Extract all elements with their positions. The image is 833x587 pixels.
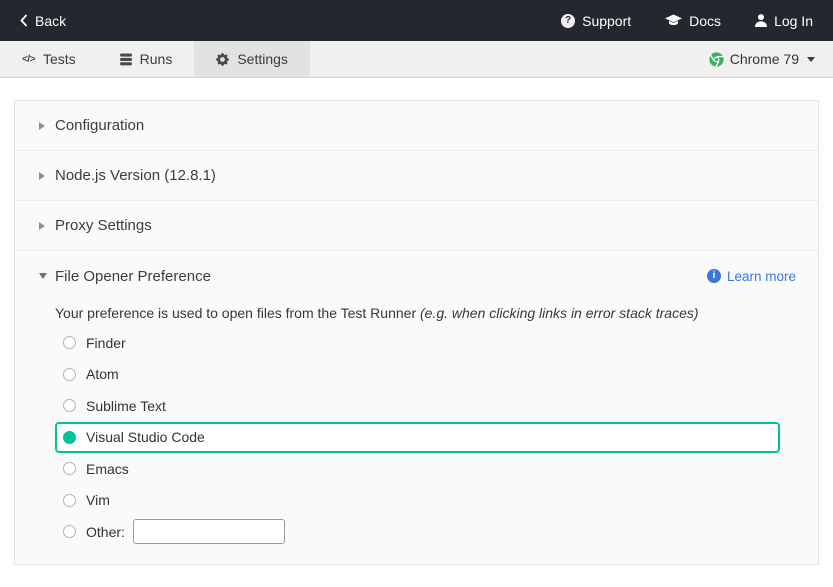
user-icon — [755, 14, 767, 27]
back-label: Back — [35, 13, 66, 29]
option-label: Vim — [86, 492, 110, 508]
tab-settings[interactable]: Settings — [194, 41, 310, 77]
back-chevron-icon — [20, 14, 28, 27]
tab-tests[interactable]: </> Tests — [0, 41, 98, 77]
caret-right-icon — [39, 172, 45, 180]
section-proxy-title: Proxy Settings — [55, 217, 152, 234]
file-opener-description: Your preference is used to open files fr… — [55, 303, 818, 323]
radio-option-other[interactable]: Other: — [55, 516, 780, 548]
radio-option-vim[interactable]: Vim — [55, 485, 780, 517]
support-link[interactable]: ? Support — [561, 13, 631, 29]
section-proxy-header[interactable]: Proxy Settings — [15, 201, 818, 251]
settings-panel: Configuration Node.js Version (12.8.1) P… — [14, 100, 819, 565]
radio-icon — [63, 336, 76, 349]
database-icon — [120, 53, 132, 66]
section-file-opener-header[interactable]: File Opener Preference i Learn more — [15, 251, 818, 301]
option-label: Atom — [86, 366, 119, 382]
login-link[interactable]: Log In — [755, 13, 813, 29]
tab-bar: </> Tests Runs Settings Chrome 79 — [0, 41, 833, 78]
question-circle-icon: ? — [561, 14, 575, 28]
description-note: (e.g. when clicking links in error stack… — [420, 305, 699, 321]
browser-label: Chrome 79 — [730, 51, 799, 67]
section-configuration-header[interactable]: Configuration — [15, 101, 818, 151]
caret-down-icon — [39, 273, 47, 279]
radio-icon — [63, 462, 76, 475]
option-label: Sublime Text — [86, 398, 166, 414]
radio-checked-icon — [63, 431, 76, 444]
top-bar: Back ? Support Docs Log In — [0, 0, 833, 41]
gear-icon — [216, 53, 229, 66]
graduation-cap-icon — [665, 14, 682, 27]
radio-icon — [63, 525, 76, 538]
section-configuration-title: Configuration — [55, 117, 144, 134]
learn-more-label: Learn more — [727, 269, 796, 284]
radio-icon — [63, 368, 76, 381]
chrome-icon — [709, 52, 724, 67]
option-label: Emacs — [86, 461, 129, 477]
code-icon: </> — [22, 54, 35, 65]
tab-tests-label: Tests — [43, 51, 76, 67]
chevron-down-icon — [807, 57, 815, 62]
top-links: ? Support Docs Log In — [561, 13, 813, 29]
section-nodejs-title: Node.js Version (12.8.1) — [55, 167, 216, 184]
tab-runs[interactable]: Runs — [98, 41, 195, 77]
other-label: Other: — [86, 524, 125, 540]
back-button[interactable]: Back — [20, 13, 66, 29]
docs-label: Docs — [689, 13, 721, 29]
radio-option-visual-studio-code[interactable]: Visual Studio Code — [55, 422, 780, 454]
radio-option-atom[interactable]: Atom — [55, 359, 780, 391]
docs-link[interactable]: Docs — [665, 13, 721, 29]
radio-icon — [63, 494, 76, 507]
learn-more-link[interactable]: i Learn more — [707, 269, 796, 284]
info-icon: i — [707, 269, 721, 283]
radio-icon — [63, 399, 76, 412]
radio-option-emacs[interactable]: Emacs — [55, 453, 780, 485]
section-file-opener-title: File Opener Preference — [55, 268, 211, 285]
caret-right-icon — [39, 122, 45, 130]
option-label: Finder — [86, 335, 126, 351]
tab-settings-label: Settings — [237, 51, 288, 67]
option-label: Visual Studio Code — [86, 429, 205, 445]
caret-right-icon — [39, 222, 45, 230]
radio-option-sublime-text[interactable]: Sublime Text — [55, 390, 780, 422]
tab-runs-label: Runs — [140, 51, 173, 67]
browser-selector[interactable]: Chrome 79 — [691, 41, 833, 77]
login-label: Log In — [774, 13, 813, 29]
editor-options-list: Finder Atom Sublime Text Visual Studio C… — [55, 327, 818, 548]
section-nodejs-header[interactable]: Node.js Version (12.8.1) — [15, 151, 818, 201]
description-text: Your preference is used to open files fr… — [55, 305, 416, 321]
other-editor-input[interactable] — [133, 519, 285, 544]
support-label: Support — [582, 13, 631, 29]
radio-option-finder[interactable]: Finder — [55, 327, 780, 359]
file-opener-body: Your preference is used to open files fr… — [15, 301, 818, 548]
